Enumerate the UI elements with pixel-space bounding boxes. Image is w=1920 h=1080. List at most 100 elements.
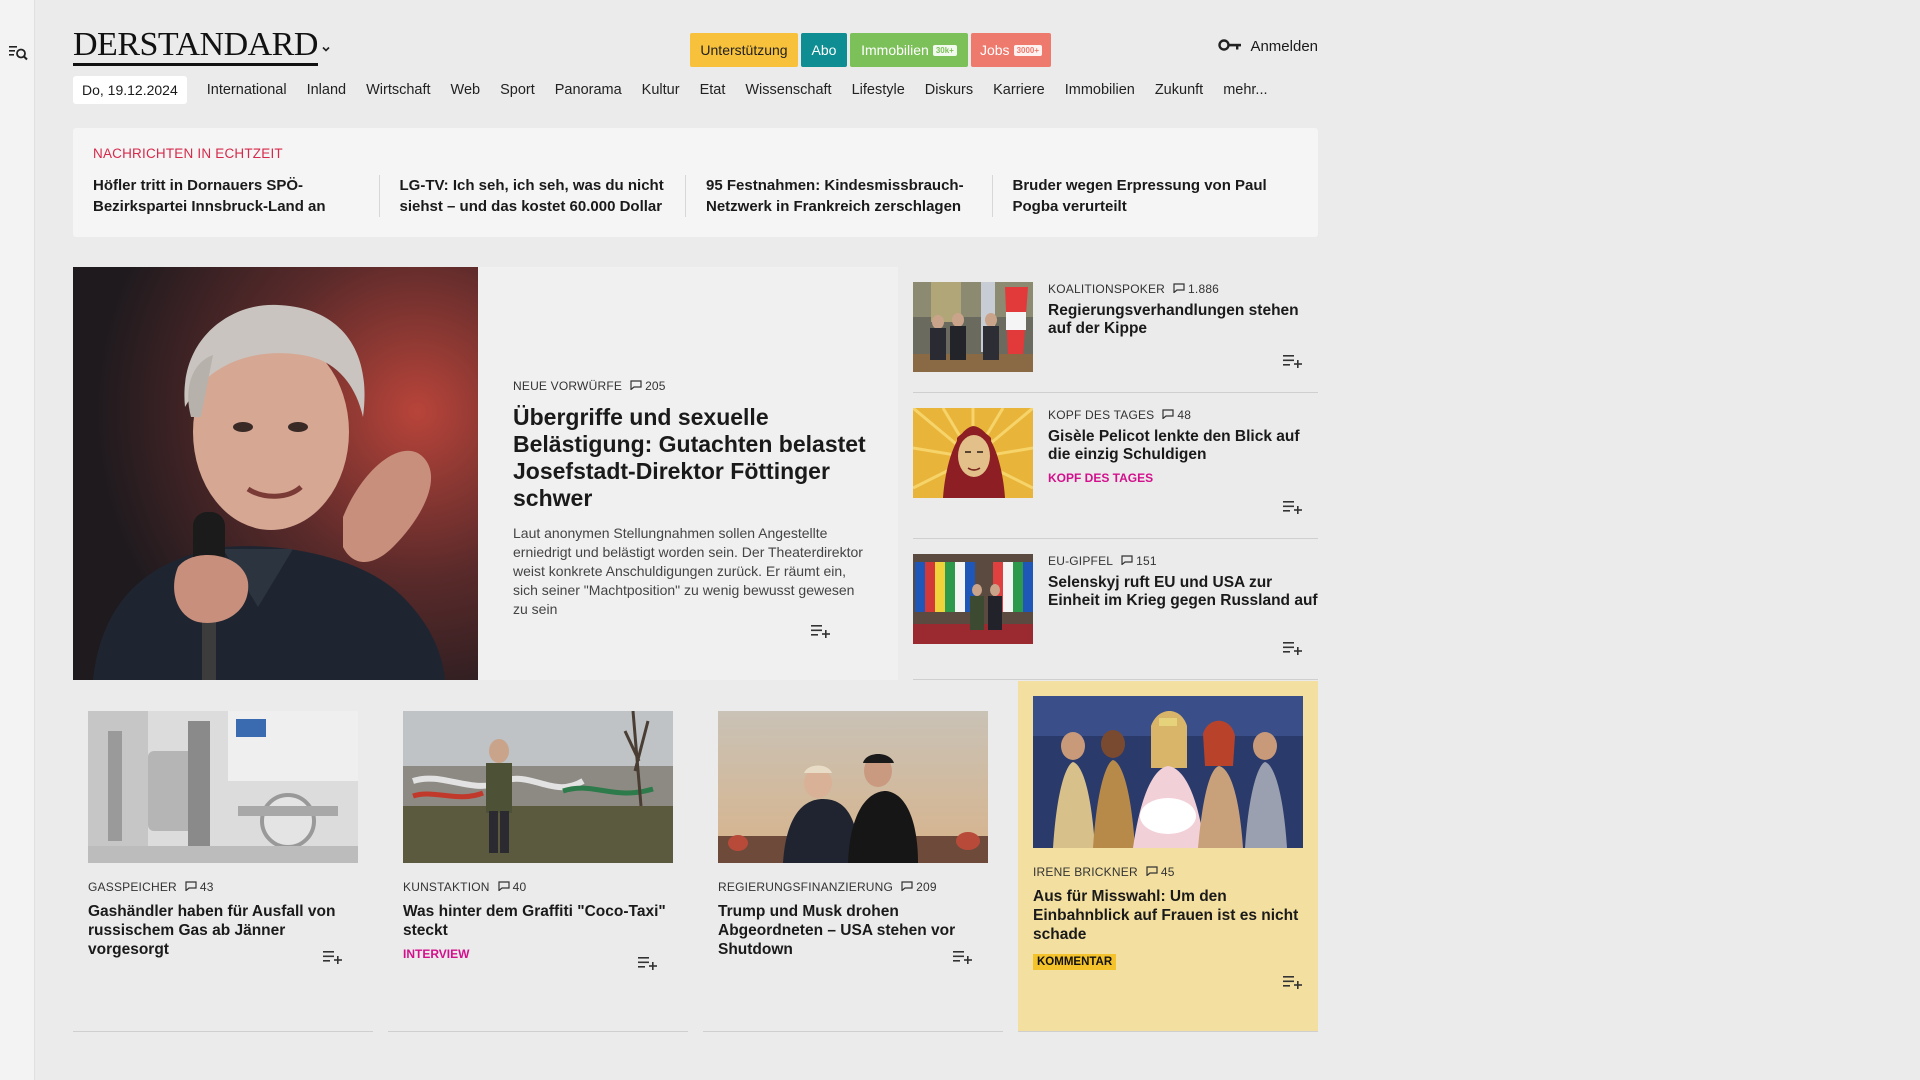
section-tag: Interview: [403, 947, 470, 961]
comment-count-value: 43: [199, 880, 214, 894]
side-kicker: EU-Gipfel 151: [1048, 554, 1318, 568]
add-to-list-icon[interactable]: [811, 624, 831, 638]
comment-count[interactable]: 43: [185, 880, 214, 894]
nav-item-zukunft[interactable]: Zukunft: [1155, 82, 1203, 98]
side-articles: Koalitionspoker 1.886 Regierungsverhandl…: [912, 267, 1318, 680]
login-button[interactable]: Anmelden: [1218, 38, 1318, 55]
abo-button[interactable]: Abo: [801, 33, 847, 67]
article-card-title[interactable]: Gashändler haben für Ausfall von russisc…: [88, 902, 358, 959]
search-icon[interactable]: [8, 42, 28, 62]
nav-item-inland[interactable]: Inland: [307, 82, 347, 98]
nav-item-diskurs[interactable]: Diskurs: [925, 82, 973, 98]
side-article[interactable]: EU-Gipfel 151 Selenskyj ruft EU und USA …: [913, 539, 1318, 680]
immobilien-button[interactable]: Immobilien 30k+: [850, 33, 968, 67]
comment-icon: [498, 880, 510, 894]
kicker-label: Kunstaktion: [403, 880, 490, 894]
side-article-title[interactable]: Selenskyj ruft EU und USA zur Einheit im…: [1048, 574, 1318, 610]
add-to-list-icon[interactable]: [953, 950, 973, 964]
key-icon: [1218, 38, 1242, 55]
kommentar-badge: Kommentar: [1033, 954, 1117, 970]
article-card-comment[interactable]: Irene Brickner 45 Aus für Misswahl: Um d…: [1018, 681, 1318, 1032]
support-button[interactable]: Unterstützung: [690, 33, 798, 67]
add-to-list-icon[interactable]: [323, 950, 343, 964]
comment-count[interactable]: 151: [1121, 554, 1157, 568]
jobs-badge: 3000+: [1013, 44, 1043, 56]
comment-count-value: 205: [645, 379, 666, 393]
jobs-button[interactable]: Jobs 3000+: [971, 33, 1051, 67]
article-card-image: [1033, 696, 1303, 848]
kicker-label: Koalitionspoker: [1048, 282, 1166, 296]
ticker-item[interactable]: Höfler tritt in Dornauers SPÖ-Bezirks­pa…: [93, 175, 379, 217]
header: DERSTANDARD Unterstützung Abo Immobilien…: [73, 0, 1318, 70]
side-article-image: [913, 554, 1033, 644]
article-card[interactable]: Regierungsfinanzierung 209 Trump und Mus…: [703, 696, 1003, 1032]
comment-count[interactable]: 48: [1162, 408, 1191, 422]
side-kicker: Koalitionspoker 1.886: [1048, 282, 1318, 296]
comment-count-value: 1.886: [1188, 282, 1220, 296]
side-article-image: [912, 406, 1034, 498]
nav-item-karriere[interactable]: Karriere: [993, 82, 1045, 98]
comment-count[interactable]: 205: [630, 379, 666, 393]
nav-item-lifestyle[interactable]: Lifestyle: [852, 82, 905, 98]
immobilien-label: Immobilien: [861, 42, 929, 58]
add-to-list-icon[interactable]: [638, 956, 658, 970]
nav-item-sport[interactable]: Sport: [500, 82, 535, 98]
comment-count[interactable]: 1.886: [1173, 282, 1219, 296]
ticker-item[interactable]: Bruder wegen Erpressung von Paul Pogba v…: [991, 175, 1299, 217]
comment-icon: [185, 880, 197, 894]
hero-title[interactable]: Übergriffe und sexuelle Belästigung: Gut…: [513, 404, 868, 512]
main-nav: Do, 19.12.2024 International Inland Wirt…: [73, 75, 1318, 105]
comment-count[interactable]: 45: [1146, 865, 1175, 879]
comment-icon: [901, 880, 913, 894]
comment-count[interactable]: 40: [498, 880, 527, 894]
article-card-image: [88, 711, 358, 863]
nav-item-panorama[interactable]: Panorama: [555, 82, 622, 98]
support-label: Unterstützung: [700, 42, 788, 58]
article-card-title[interactable]: Trump und Musk drohen Abgeordneten – USA…: [718, 902, 988, 959]
page-content: DERSTANDARD Unterstützung Abo Immobilien…: [73, 0, 1318, 1033]
nav-item-international[interactable]: International: [207, 82, 287, 98]
ticker-item[interactable]: LG-TV: Ich seh, ich seh, was du nicht si…: [378, 175, 686, 217]
side-article-title[interactable]: Regierungsverhandlungen stehen auf der K…: [1048, 302, 1318, 338]
kicker-label: Kopf des Tages: [1048, 408, 1155, 422]
chevron-down-icon[interactable]: [320, 42, 332, 54]
comment-count-value: 209: [916, 880, 937, 894]
comment-icon: [1146, 865, 1158, 879]
comment-count[interactable]: 209: [901, 880, 937, 894]
nav-item-more[interactable]: mehr...: [1223, 82, 1267, 98]
add-to-list-icon[interactable]: [1283, 975, 1303, 989]
side-article[interactable]: Kopf des Tages 48 Gisèle Pelicot lenkte …: [912, 393, 1318, 539]
ticker-item[interactable]: 95 Festnahmen: Kindesmissbrauch-Netzwerk…: [685, 175, 992, 217]
nav-item-wirtschaft[interactable]: Wirtschaft: [366, 82, 430, 98]
side-article-image: [913, 282, 1033, 372]
nav-item-wissenschaft[interactable]: Wissenschaft: [745, 82, 831, 98]
comment-icon: [1173, 282, 1185, 296]
logo[interactable]: DERSTANDARD: [73, 28, 318, 66]
hero-body: Neue Vorwürfe 205 Übergriffe und sexuell…: [478, 267, 898, 680]
left-rail: [0, 0, 35, 1080]
kicker-label: EU-Gipfel: [1048, 554, 1114, 568]
side-article-title[interactable]: Gisèle Pelicot lenkte den Blick auf die …: [1048, 428, 1318, 464]
nav-item-web[interactable]: Web: [451, 82, 481, 98]
login-label: Anmelden: [1250, 38, 1318, 55]
hero-kicker: Neue Vorwürfe 205: [513, 379, 868, 393]
breaking-news-ticker: Nachrichten in Echtzeit Höfler tritt in …: [73, 128, 1318, 237]
article-card-title[interactable]: Was hinter dem Graffiti "Coco-Taxi" stec…: [403, 902, 673, 940]
article-card-title[interactable]: Aus für Misswahl: Um den Einbahnblick au…: [1033, 887, 1303, 944]
hero-article[interactable]: Neue Vorwürfe 205 Übergriffe und sexuell…: [73, 267, 898, 680]
nav-item-etat[interactable]: Etat: [700, 82, 726, 98]
add-to-list-icon[interactable]: [1283, 500, 1303, 514]
article-card-image: [718, 711, 988, 863]
kicker-label: Neue Vorwürfe: [513, 379, 623, 393]
jobs-label: Jobs: [979, 42, 1010, 58]
date-chip: Do, 19.12.2024: [73, 76, 187, 104]
card-kicker: Regierungsfinanzierung 209: [718, 880, 988, 894]
add-to-list-icon[interactable]: [1283, 354, 1303, 368]
article-card[interactable]: Kunstaktion 40 Was hinter dem Graffiti "…: [388, 696, 688, 1032]
side-article[interactable]: Koalitionspoker 1.886 Regierungsverhandl…: [913, 267, 1318, 393]
add-to-list-icon[interactable]: [1283, 641, 1303, 655]
article-card[interactable]: Gasspeicher 43 Gashändler haben für Ausf…: [73, 696, 373, 1032]
nav-item-immobilien[interactable]: Immobilien: [1065, 82, 1135, 98]
nav-item-kultur[interactable]: Kultur: [642, 82, 680, 98]
comment-icon: [1121, 554, 1133, 568]
